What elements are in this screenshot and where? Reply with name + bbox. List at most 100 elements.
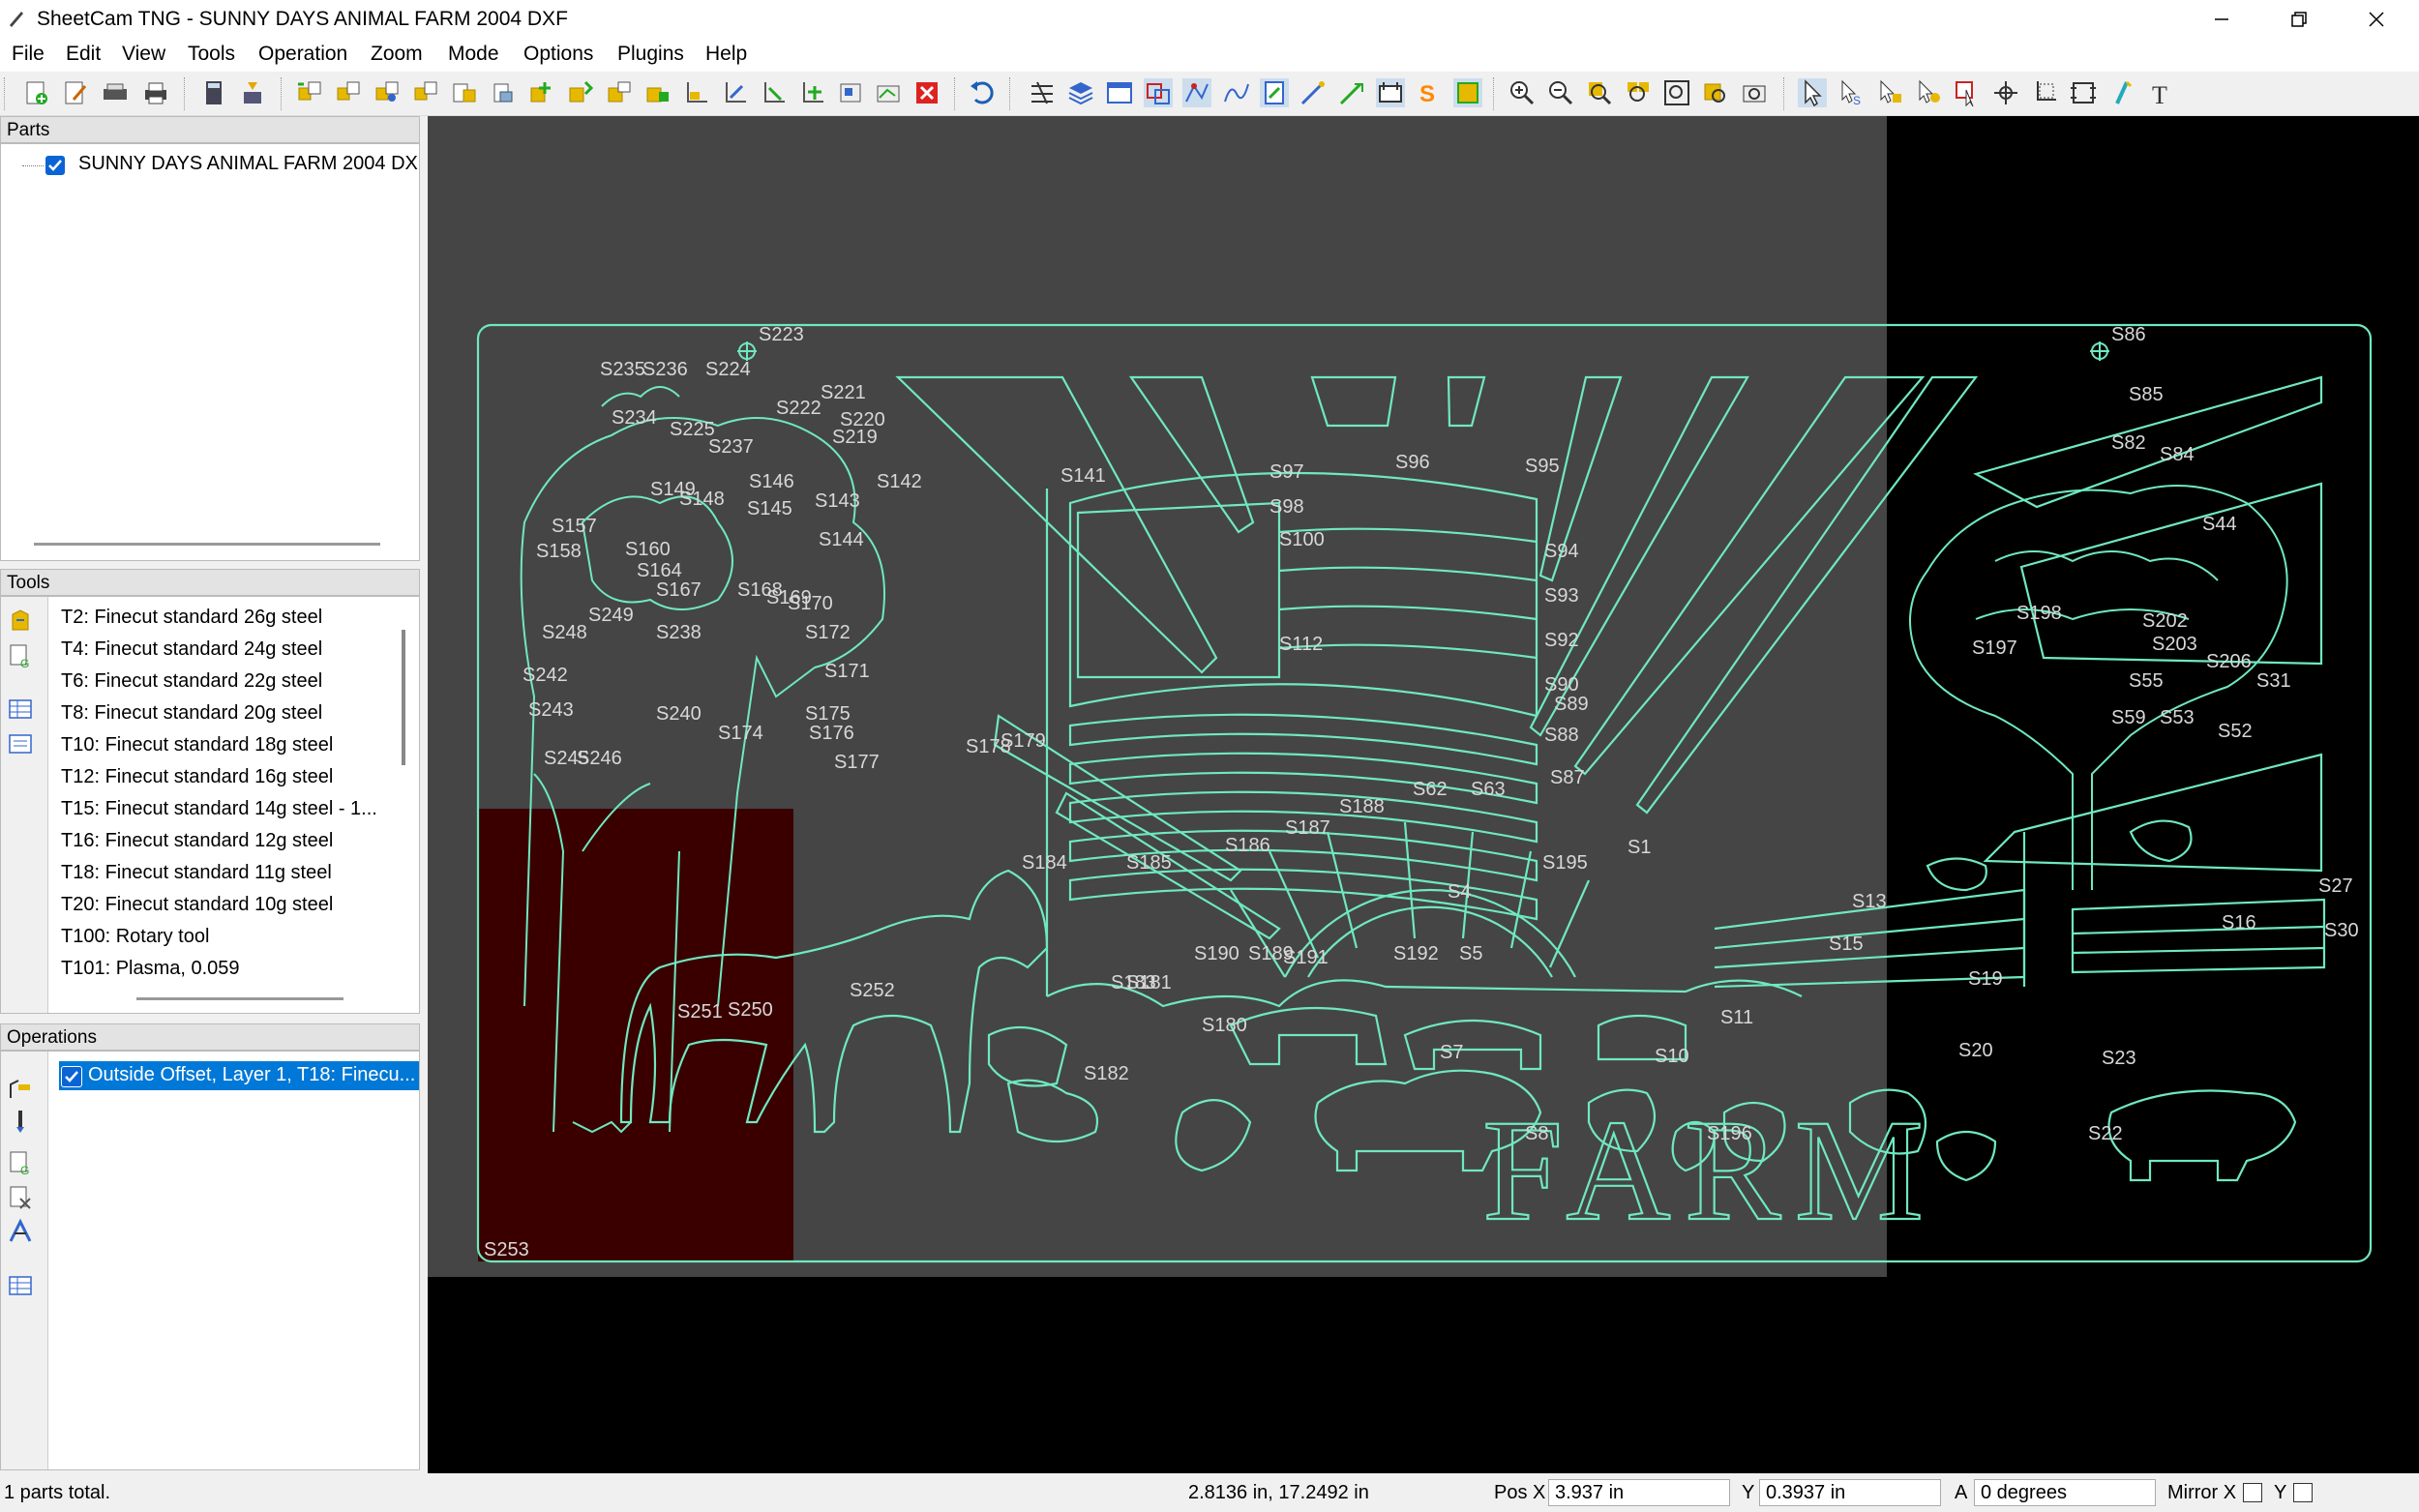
operation-checkbox[interactable] (61, 1066, 82, 1087)
menu-operation[interactable]: Operation (258, 43, 347, 66)
pos-y-field[interactable]: 0.3937 in (1759, 1479, 1941, 1506)
drawing-icon-5[interactable] (1260, 78, 1289, 107)
zoom-window-icon[interactable] (1585, 78, 1614, 107)
undo-icon[interactable] (968, 78, 997, 107)
tool-item[interactable]: T101: Plasma, 0.059 (61, 958, 240, 980)
tool-item[interactable]: T20: Finecut standard 10g steel (61, 894, 333, 916)
add-tool-icon[interactable] (7, 607, 34, 634)
tool-item[interactable]: T2: Finecut standard 26g steel (61, 607, 322, 629)
tool-item[interactable]: T15: Finecut standard 14g steel - 1... (61, 798, 377, 820)
operation-gcode-icon[interactable]: G (7, 1148, 34, 1175)
drawing-svg[interactable]: FARM S223 S235 S236 S224 S221 S222 S220 … (428, 116, 2419, 1473)
select-part-icon[interactable] (1953, 78, 1982, 107)
drawing-icon-6[interactable] (1299, 78, 1328, 107)
menu-view[interactable]: View (122, 43, 165, 66)
layers-icon[interactable] (1066, 78, 1095, 107)
drawing-icon-1[interactable] (1028, 78, 1057, 107)
select-pointer-icon[interactable] (1798, 78, 1827, 107)
tool-item[interactable]: T4: Finecut standard 24g steel (61, 638, 322, 661)
op-icon-1[interactable] (295, 78, 324, 107)
zoom-settings-icon[interactable] (1740, 78, 1769, 107)
part-item[interactable]: SUNNY DAYS ANIMAL FARM 2004 DXI (78, 153, 419, 175)
pos-x-field[interactable]: 3.937 in (1548, 1479, 1730, 1506)
menu-options[interactable]: Options (523, 43, 593, 66)
set-origin-icon[interactable] (2030, 78, 2059, 107)
select-start-icon[interactable]: S (1837, 78, 1866, 107)
post-process-icon[interactable] (238, 78, 267, 107)
zoom-selected-icon[interactable] (1701, 78, 1730, 107)
drawing-icon-8[interactable] (1376, 78, 1405, 107)
op-icon-8[interactable] (566, 78, 595, 107)
op-icon-3[interactable] (373, 78, 402, 107)
drawing-icon-7[interactable] (1337, 78, 1366, 107)
mirror-y-checkbox[interactable] (2293, 1483, 2313, 1502)
menu-file[interactable]: File (12, 43, 45, 66)
op-icon-15[interactable] (837, 78, 866, 107)
op-icon-13[interactable] (760, 78, 789, 107)
mirror-x-checkbox[interactable] (2243, 1483, 2262, 1502)
menu-mode[interactable]: Mode (448, 43, 499, 66)
text-tool-icon[interactable]: T (2146, 78, 2175, 107)
zoom-out-icon[interactable] (1546, 78, 1575, 107)
select-lead-icon[interactable] (1914, 78, 1943, 107)
calculator-icon[interactable] (199, 78, 228, 107)
operation-item[interactable]: Outside Offset, Layer 1, T18: Finecu... (59, 1061, 419, 1090)
operation-edit-icon[interactable] (7, 1075, 34, 1102)
tool-item[interactable]: T10: Finecut standard 18g steel (61, 734, 333, 756)
parts-scrollbar[interactable] (34, 543, 380, 546)
zoom-fit-icon[interactable] (1662, 78, 1691, 107)
op-icon-14[interactable] (798, 78, 827, 107)
print-icon[interactable] (141, 78, 170, 107)
drawing-icon-2[interactable] (1144, 78, 1173, 107)
tool-item[interactable]: T16: Finecut standard 12g steel (61, 830, 333, 852)
tool-list-icon[interactable] (7, 730, 34, 757)
drawing-icon-3[interactable] (1182, 78, 1211, 107)
move-icon[interactable] (1991, 78, 2020, 107)
menu-zoom[interactable]: Zoom (371, 43, 423, 66)
select-tab-icon[interactable] (1875, 78, 1904, 107)
op-icon-4[interactable] (411, 78, 440, 107)
window-icon[interactable] (1105, 78, 1134, 107)
new-job-icon[interactable] (21, 78, 50, 107)
op-icon-2[interactable] (334, 78, 363, 107)
zoom-parts-icon[interactable] (1624, 78, 1653, 107)
menu-plugins[interactable]: Plugins (617, 43, 684, 66)
drawing-canvas[interactable]: FARM S223 S235 S236 S224 S221 S222 S220 … (428, 116, 2419, 1473)
op-icon-6[interactable] (489, 78, 518, 107)
drawing-icon-4[interactable] (1221, 78, 1250, 107)
drawing-icon-10[interactable] (1453, 78, 1482, 107)
tool-gcode-icon[interactable]: G (7, 641, 34, 668)
tools-vertical-scrollbar[interactable] (402, 630, 405, 765)
op-icon-10[interactable] (643, 78, 672, 107)
paint-icon[interactable] (2107, 78, 2136, 107)
tool-table-icon[interactable] (7, 696, 34, 723)
angle-field[interactable]: 0 degrees (1974, 1479, 2156, 1506)
tool-item[interactable]: T12: Finecut standard 16g steel (61, 766, 333, 788)
open-icon[interactable] (101, 78, 130, 107)
operation-delete-icon[interactable] (7, 1183, 34, 1210)
delete-operation-icon[interactable] (912, 78, 941, 107)
minimize-button[interactable] (2185, 0, 2258, 39)
op-icon-7[interactable] (527, 78, 556, 107)
op-icon-11[interactable] (682, 78, 711, 107)
tools-horizontal-scrollbar[interactable] (136, 997, 343, 1000)
tool-item[interactable]: T8: Finecut standard 20g steel (61, 702, 322, 725)
tool-item[interactable]: T6: Finecut standard 22g steel (61, 670, 322, 693)
tool-item[interactable]: T100: Rotary tool (61, 926, 209, 948)
rotate-icon[interactable] (2069, 78, 2098, 107)
operation-tool-icon[interactable] (7, 1108, 34, 1135)
edit-job-icon[interactable] (60, 78, 89, 107)
operation-cut-icon[interactable] (7, 1218, 34, 1245)
tool-item[interactable]: T18: Finecut standard 11g steel (61, 862, 332, 884)
op-icon-9[interactable] (605, 78, 634, 107)
maximize-button[interactable] (2262, 0, 2336, 39)
menu-help[interactable]: Help (705, 43, 747, 66)
menu-edit[interactable]: Edit (66, 43, 101, 66)
op-icon-16[interactable] (874, 78, 903, 107)
zoom-in-icon[interactable] (1508, 78, 1537, 107)
drawing-icon-9[interactable]: S (1415, 78, 1444, 107)
operation-table-icon[interactable] (7, 1272, 34, 1299)
op-icon-5[interactable] (450, 78, 479, 107)
menu-tools[interactable]: Tools (188, 43, 235, 66)
part-checkbox[interactable] (45, 156, 65, 175)
